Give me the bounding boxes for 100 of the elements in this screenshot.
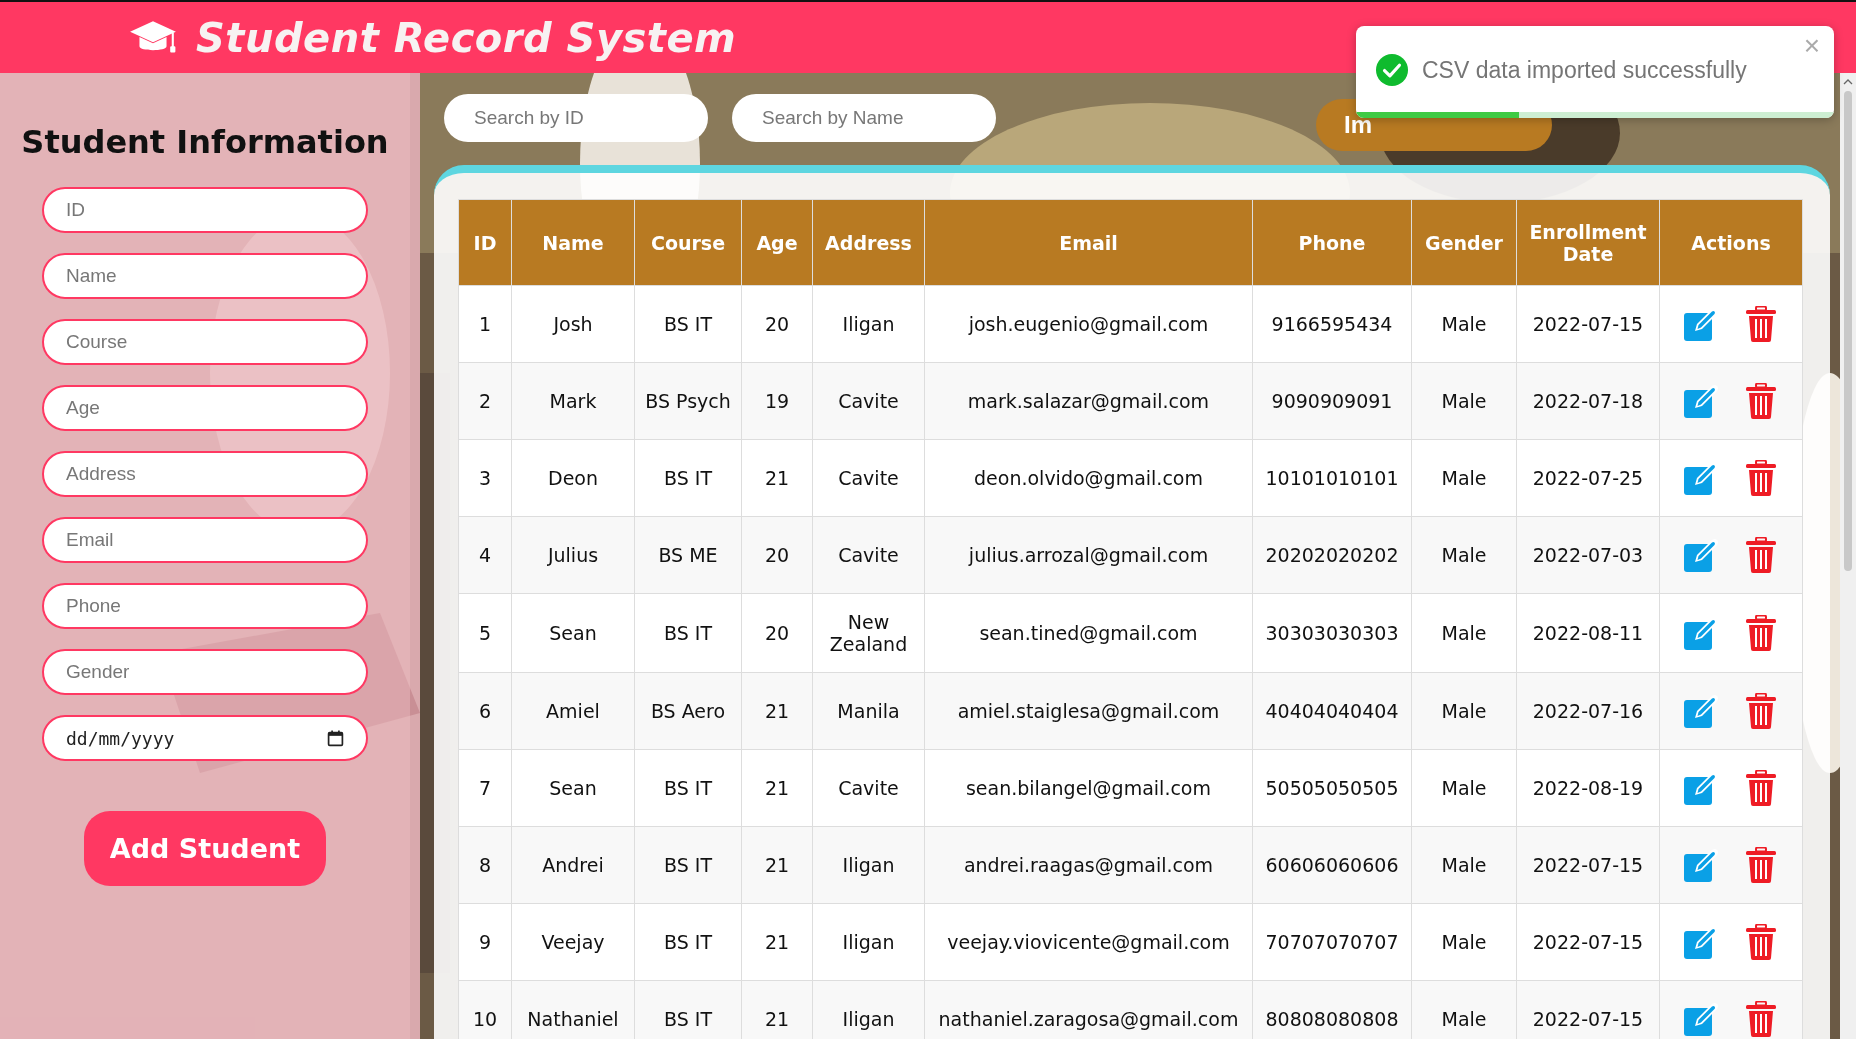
table-cell: nathaniel.zaragosa@gmail.com — [924, 980, 1253, 1039]
edit-icon[interactable] — [1683, 1001, 1719, 1037]
trash-icon[interactable] — [1743, 306, 1779, 342]
search-field[interactable]: Search by ID — [444, 94, 708, 142]
column-header: Age — [741, 199, 813, 286]
trash-icon[interactable] — [1743, 1001, 1779, 1037]
date-field[interactable]: dd/mm/yyyy — [42, 715, 368, 761]
table-cell: Josh — [511, 285, 635, 363]
table-cell: Cavite — [812, 749, 925, 827]
table-cell: 21 — [741, 749, 813, 827]
table-cell: 21 — [741, 903, 813, 981]
table-cell: 2022-07-15 — [1516, 980, 1660, 1039]
table-cell: andrei.raagas@gmail.com — [924, 826, 1253, 904]
table-cell: Male — [1411, 439, 1517, 517]
table-cell: Cavite — [812, 362, 925, 440]
edit-icon[interactable] — [1683, 847, 1719, 883]
input-field[interactable]: Phone — [42, 583, 368, 629]
input-field[interactable]: Email — [42, 517, 368, 563]
table-cell: 80808080808 — [1252, 980, 1412, 1039]
table-cell: mark.salazar@gmail.com — [924, 362, 1253, 440]
table-cell: amiel.staiglesa@gmail.com — [924, 672, 1253, 750]
column-header: Enrollment Date — [1516, 199, 1660, 286]
table-cell: Male — [1411, 285, 1517, 363]
input-field[interactable]: Address — [42, 451, 368, 497]
table-cell: 2022-07-25 — [1516, 439, 1660, 517]
table-cell: julius.arrozal@gmail.com — [924, 516, 1253, 594]
table-cell: veejay.viovicente@gmail.com — [924, 903, 1253, 981]
trash-icon[interactable] — [1743, 693, 1779, 729]
table-cell: Iligan — [812, 903, 925, 981]
table-cell: 2022-07-15 — [1516, 285, 1660, 363]
trash-icon[interactable] — [1743, 615, 1779, 651]
edit-icon[interactable] — [1683, 383, 1719, 419]
scroll-up-icon[interactable] — [1843, 79, 1853, 85]
input-field[interactable]: Course — [42, 319, 368, 365]
trash-icon[interactable] — [1743, 537, 1779, 573]
table-cell: 30303030303 — [1252, 593, 1412, 673]
table-cell: 9090909091 — [1252, 362, 1412, 440]
add-student-button[interactable]: Add Student — [83, 811, 327, 886]
table-cell: BS IT — [634, 826, 742, 904]
table-cell: Male — [1411, 980, 1517, 1039]
table-cell: BS Aero — [634, 672, 742, 750]
table-cell: 21 — [741, 439, 813, 517]
table-cell: BS IT — [634, 593, 742, 673]
trash-icon[interactable] — [1743, 383, 1779, 419]
table-cell: 19 — [741, 362, 813, 440]
search-field[interactable]: Search by Name — [732, 94, 996, 142]
toast-message: CSV data imported successfully — [1422, 56, 1747, 84]
table-cell: Iligan — [812, 980, 925, 1039]
table-cell: BS ME — [634, 516, 742, 594]
table-cell: Julius — [511, 516, 635, 594]
table-cell: Male — [1411, 903, 1517, 981]
table-cell: 8 — [458, 826, 512, 904]
table-cell: deon.olvido@gmail.com — [924, 439, 1253, 517]
table-cell: 20 — [741, 516, 813, 594]
trash-icon[interactable] — [1743, 770, 1779, 806]
table-cell: josh.eugenio@gmail.com — [924, 285, 1253, 363]
table-cell: 40404040404 — [1252, 672, 1412, 750]
trash-icon[interactable] — [1743, 460, 1779, 496]
table-cell: Male — [1411, 672, 1517, 750]
table-cell: 21 — [741, 672, 813, 750]
table-cell: Iligan — [812, 285, 925, 363]
column-header: Phone — [1252, 199, 1412, 286]
table-cell: Sean — [511, 593, 635, 673]
table-cell: 4 — [458, 516, 512, 594]
input-field[interactable]: Gender — [42, 649, 368, 695]
table-cell: 5 — [458, 593, 512, 673]
table-cell: 6 — [458, 672, 512, 750]
input-field[interactable]: Age — [42, 385, 368, 431]
table-cell: 3 — [458, 439, 512, 517]
edit-icon[interactable] — [1683, 537, 1719, 573]
trash-icon[interactable] — [1743, 847, 1779, 883]
trash-icon[interactable] — [1743, 924, 1779, 960]
table-cell: 2022-07-16 — [1516, 672, 1660, 750]
scrollbar-thumb[interactable] — [1844, 91, 1852, 571]
input-field[interactable]: Name — [42, 253, 368, 299]
table-cell: Cavite — [812, 516, 925, 594]
column-header: Gender — [1411, 199, 1517, 286]
table-cell: 9 — [458, 903, 512, 981]
app-title: Student Record System — [196, 14, 737, 61]
table-cell: BS IT — [634, 980, 742, 1039]
table-cell: 9166595434 — [1252, 285, 1412, 363]
calendar-icon[interactable] — [327, 729, 344, 747]
table-cell: 60606060606 — [1252, 826, 1412, 904]
scrollbar[interactable] — [1840, 73, 1856, 1039]
table-cell: 21 — [741, 826, 813, 904]
table-cell: 2022-07-15 — [1516, 826, 1660, 904]
edit-icon[interactable] — [1683, 693, 1719, 729]
table-cell: Sean — [511, 749, 635, 827]
table-cell: 50505050505 — [1252, 749, 1412, 827]
table-cell: sean.bilangel@gmail.com — [924, 749, 1253, 827]
table-cell: Mark — [511, 362, 635, 440]
close-button[interactable]: × — [1799, 30, 1824, 62]
column-header: Actions — [1659, 199, 1803, 286]
table-cell: sean.tined@gmail.com — [924, 593, 1253, 673]
table-cell: BS IT — [634, 903, 742, 981]
column-header: Course — [634, 199, 742, 286]
input-field[interactable]: ID — [42, 187, 368, 233]
table-cell: 10 — [458, 980, 512, 1039]
table-cell: New Zealand — [812, 593, 925, 673]
table-cell: 2022-08-19 — [1516, 749, 1660, 827]
